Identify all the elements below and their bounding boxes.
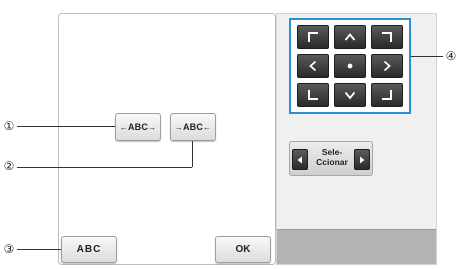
move-up-right-button[interactable]	[371, 25, 403, 49]
arrow-left-icon: ←	[203, 122, 212, 132]
letter-spacing-condense-button[interactable]: → ABC ←	[170, 113, 216, 141]
move-up-button[interactable]	[334, 25, 366, 49]
callout-3: ③	[3, 242, 15, 256]
callout-2-leader-vertical	[192, 141, 193, 167]
triangle-left-icon	[297, 156, 302, 163]
move-center-button[interactable]	[334, 54, 366, 78]
move-down-right-button[interactable]	[371, 83, 403, 107]
callout-4: ④	[445, 49, 457, 63]
letter-spacing-expand-button[interactable]: ← ABC →	[115, 113, 161, 141]
button-label: ABC	[127, 122, 149, 132]
corner-top-left-icon	[308, 32, 318, 42]
arrow-right-icon: →	[174, 122, 183, 132]
move-keypad	[289, 18, 411, 114]
text-preview-panel	[58, 13, 276, 265]
corner-bottom-right-icon	[382, 90, 392, 100]
corner-top-right-icon	[382, 32, 392, 42]
ok-button[interactable]: OK	[215, 236, 271, 263]
arrow-up-icon	[344, 33, 356, 41]
select-control: Sele- Ccionar	[289, 141, 373, 176]
arrow-down-icon	[344, 91, 356, 100]
button-label: ABC	[76, 244, 102, 255]
move-left-button[interactable]	[297, 54, 329, 78]
arrow-right-icon: →	[148, 122, 157, 132]
select-previous-button[interactable]	[292, 149, 308, 170]
callout-2-leader	[17, 167, 192, 168]
callout-1: ①	[3, 119, 15, 133]
arrow-left-icon: ←	[119, 122, 128, 132]
callout-3-leader	[17, 249, 61, 250]
button-label: ABC	[182, 122, 204, 132]
arrow-right-icon	[383, 60, 391, 72]
arrow-left-icon	[309, 60, 317, 72]
move-right-button[interactable]	[371, 54, 403, 78]
control-panel-footer	[277, 229, 436, 264]
callout-2: ②	[3, 159, 15, 173]
move-down-left-button[interactable]	[297, 83, 329, 107]
button-label: OK	[235, 244, 251, 255]
select-next-button[interactable]	[354, 149, 370, 170]
move-down-button[interactable]	[334, 83, 366, 107]
callout-4-leader	[411, 56, 443, 57]
move-up-left-button[interactable]	[297, 25, 329, 49]
abc-reset-button[interactable]: ABC	[61, 236, 117, 263]
select-label: Sele- Ccionar	[316, 147, 348, 167]
corner-bottom-left-icon	[308, 90, 318, 100]
triangle-right-icon	[360, 156, 365, 163]
center-dot-icon	[347, 63, 353, 69]
callout-1-leader	[17, 126, 115, 127]
